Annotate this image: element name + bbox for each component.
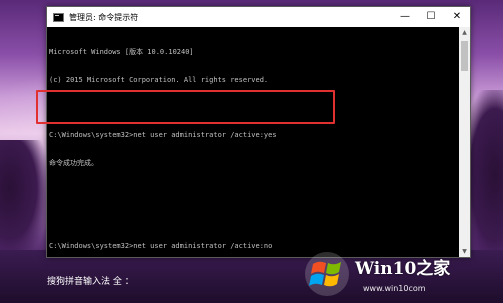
console-line-version: Microsoft Windows [版本 10.0.10240] <box>49 48 194 57</box>
watermark-logo: Win10之家 www.win10com <box>303 246 503 303</box>
watermark-url: www.win10com <box>363 284 426 293</box>
console-line-command-yes: C:\Windows\system32>net user administrat… <box>49 131 277 140</box>
console-line-blank <box>49 214 459 223</box>
console-line-copyright: (c) 2015 Microsoft Corporation. All righ… <box>49 76 269 84</box>
scroll-up-button[interactable]: ▲ <box>459 27 470 38</box>
console-line-blank <box>49 186 459 195</box>
close-button[interactable]: ✕ <box>444 7 470 27</box>
scroll-thumb[interactable] <box>461 41 468 71</box>
command-prompt-window[interactable]: 管理员: 命令提示符 — ☐ ✕ Microsoft Windows [版本 1… <box>46 6 471 258</box>
wallpaper-tree-left <box>0 140 48 260</box>
window-title: 管理员: 命令提示符 <box>69 12 139 22</box>
console-output[interactable]: Microsoft Windows [版本 10.0.10240] (c) 20… <box>47 27 459 257</box>
ime-status-bar[interactable]: 搜狗拼音输入法 全 ： <box>47 274 134 287</box>
cmd-window-icon[interactable] <box>53 12 64 22</box>
vertical-scrollbar[interactable]: ▲ ▼ <box>459 27 470 257</box>
watermark-text: Win10之家 <box>355 259 451 279</box>
title-bar[interactable]: 管理员: 命令提示符 — ☐ ✕ <box>47 7 470 27</box>
minimize-button[interactable]: — <box>392 7 418 27</box>
console-line-success: 命令成功完成。 <box>49 158 98 167</box>
command-highlight-box <box>36 90 335 124</box>
windows-flag-icon <box>305 252 349 296</box>
maximize-button[interactable]: ☐ <box>418 7 444 27</box>
window-controls: — ☐ ✕ <box>392 7 470 27</box>
